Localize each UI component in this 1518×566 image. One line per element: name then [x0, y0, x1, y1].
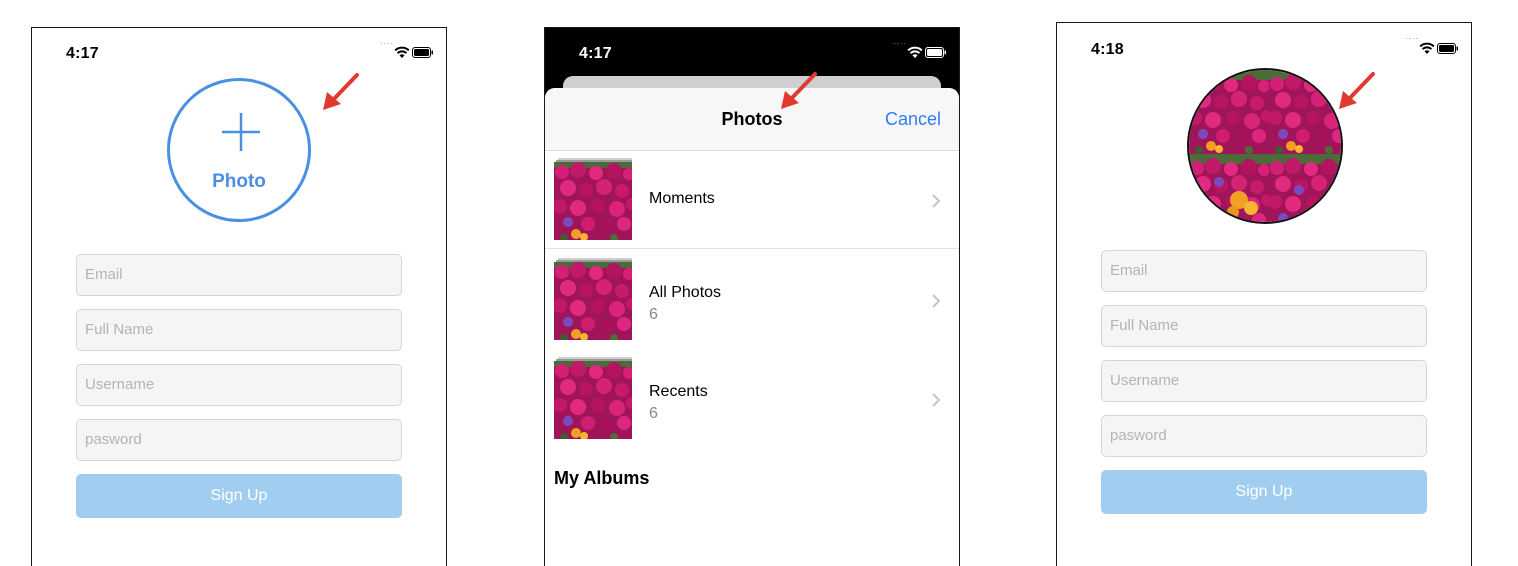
password-field[interactable]: pasword [76, 419, 402, 461]
album-count: 6 [649, 306, 658, 323]
plus-icon [222, 113, 260, 151]
status-bar: 4:17 .... [32, 28, 446, 74]
battery-icon [412, 47, 433, 58]
email-field[interactable]: Email [76, 254, 402, 296]
sign-up-button[interactable]: Sign Up [1101, 470, 1427, 514]
signup-form: Email Full Name Username pasword Sign Up [76, 254, 402, 518]
status-time: 4:18 [1091, 41, 1124, 58]
wifi-icon [1419, 42, 1435, 54]
add-photo-button[interactable]: Photo [167, 78, 311, 222]
album-name: Recents [649, 383, 708, 400]
status-bar: 4:18 .... [1057, 23, 1471, 69]
full-name-field[interactable]: Full Name [1101, 305, 1427, 347]
add-photo-label: Photo [212, 171, 266, 192]
profile-photo-image [1189, 70, 1341, 222]
wifi-icon [394, 46, 410, 58]
password-field[interactable]: pasword [1101, 415, 1427, 457]
battery-icon [1437, 43, 1458, 54]
wifi-icon [907, 46, 923, 58]
signal-icon: .... [892, 36, 907, 46]
signal-icon: .... [1404, 31, 1419, 41]
annotation-arrow-icon [323, 73, 359, 110]
album-name: All Photos [649, 284, 722, 301]
row-divider [545, 248, 959, 249]
username-field[interactable]: Username [1101, 360, 1427, 402]
album-name: Moments [649, 190, 715, 207]
album-thumbnail [554, 158, 632, 240]
status-time: 4:17 [579, 45, 612, 62]
signal-icon: .... [379, 36, 394, 46]
album-row-recents[interactable]: Recents 6 [545, 351, 959, 449]
sign-up-button[interactable]: Sign Up [76, 474, 402, 518]
album-row-moments[interactable]: Moments [545, 152, 959, 250]
cancel-button[interactable]: Cancel [885, 109, 941, 130]
signup-form: Email Full Name Username pasword Sign Up [1101, 250, 1427, 514]
chevron-right-icon [932, 194, 941, 208]
photos-sheet: Photos Cancel Moments All Photos 6 Recen… [545, 88, 959, 566]
annotation-arrow-icon [781, 72, 817, 109]
navigation-bar: Photos Cancel [545, 88, 959, 151]
username-field[interactable]: Username [76, 364, 402, 406]
album-thumbnail [554, 357, 632, 439]
profile-photo-button[interactable] [1187, 68, 1343, 224]
album-thumbnail [554, 258, 632, 340]
signup-screen-photo-selected: 4:18 .... Email Full Name Username paswo… [1056, 22, 1472, 566]
battery-icon [925, 47, 946, 58]
annotation-arrow-icon [1339, 72, 1375, 109]
status-bar: 4:17 .... [545, 28, 959, 74]
signup-screen-empty: 4:17 .... Photo Email Full Name Username… [31, 27, 447, 566]
chevron-right-icon [932, 294, 941, 308]
status-time: 4:17 [66, 45, 99, 62]
email-field[interactable]: Email [1101, 250, 1427, 292]
chevron-right-icon [932, 393, 941, 407]
photo-picker-screen: 4:17 .... Photos Cancel Moments All Phot… [544, 27, 960, 566]
full-name-field[interactable]: Full Name [76, 309, 402, 351]
album-row-all-photos[interactable]: All Photos 6 [545, 252, 959, 350]
section-title-my-albums: My Albums [554, 468, 650, 488]
album-count: 6 [649, 405, 658, 422]
